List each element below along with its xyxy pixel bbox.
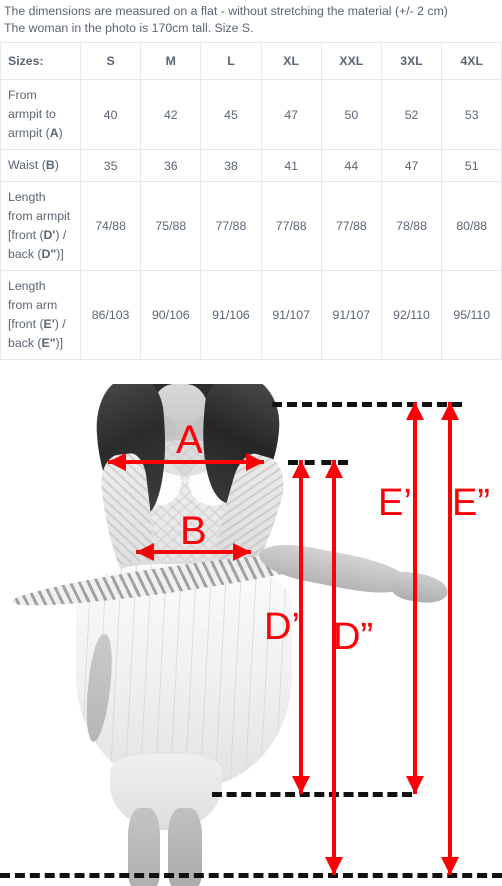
measurement-label-b: B	[180, 509, 207, 553]
measurement-diagram: A B D’ D” E’ E”	[0, 384, 502, 886]
table-row: Length from armpit [front (D') / back (D…	[0, 181, 502, 271]
arrow-head-up	[406, 402, 424, 420]
measurement-text: )	[58, 126, 63, 140]
guide-line-shoulder-top	[272, 402, 462, 407]
column-header-4xl: 4XL	[441, 42, 502, 80]
row-header-0: From armpit to armpit (A)	[0, 79, 81, 150]
measurement-text: )]	[56, 247, 64, 261]
measurement-label-e-back: E”	[452, 482, 490, 524]
cell-r1-c4: 44	[320, 149, 382, 182]
measurement-arrow-e-back	[441, 402, 459, 875]
cell-r0-c2: 45	[200, 79, 262, 150]
cell-r2-c4: 77/88	[320, 181, 382, 271]
cell-r3-c1: 90/106	[140, 270, 202, 360]
cell-r2-c0: 74/88	[79, 181, 142, 271]
cell-r0-c1: 42	[140, 79, 202, 150]
arrow-shaft	[448, 402, 452, 875]
cell-r2-c2: 77/88	[200, 181, 262, 271]
measurement-note: The dimensions are measured on a flat - …	[0, 0, 502, 36]
cell-r2-c1: 75/88	[140, 181, 202, 271]
cell-r3-c4: 91/107	[320, 270, 382, 360]
cell-r2-c3: 77/88	[260, 181, 322, 271]
table-row: Length from arm [front (E') / back (E")]…	[0, 270, 502, 360]
column-header-m: M	[140, 42, 202, 80]
row-header-1: Waist (B)	[0, 149, 81, 182]
guide-line-hem-front	[212, 792, 412, 797]
row-header-3: Length from arm [front (E') / back (E")]	[0, 270, 81, 360]
cell-r1-c2: 38	[200, 149, 262, 182]
measurement-label-d-back: D”	[333, 616, 374, 658]
measurement-text: )	[54, 158, 59, 172]
measurement-label-d-front: D’	[264, 606, 300, 648]
arrow-shaft	[413, 402, 417, 794]
table-body: From armpit to armpit (A) 40 42 45 47 50 52 53 W…	[0, 79, 502, 360]
cell-r1-c1: 36	[140, 149, 202, 182]
cell-r1-c3: 41	[260, 149, 322, 182]
measurement-note-line-1: The dimensions are measured on a flat - …	[4, 4, 448, 18]
skirt-underlayer-shape	[110, 754, 222, 830]
measurement-note-line-2: The woman in the photo is 170cm tall. Si…	[4, 20, 254, 35]
measurement-arrow-d-back	[325, 460, 343, 875]
column-header-xxl: XXL	[320, 42, 382, 80]
cell-r1-c6: 51	[441, 149, 502, 182]
guide-line-hem-back	[0, 873, 502, 878]
arrow-head-down	[325, 857, 343, 875]
cell-r0-c0: 40	[79, 79, 142, 150]
measurement-code: B	[45, 158, 55, 172]
measurement-text: )]	[55, 336, 64, 350]
arrow-head-up	[325, 460, 343, 478]
row-header-2: Length from armpit [front (D') / back (D…	[0, 181, 81, 271]
arrow-head-left	[136, 543, 154, 561]
arrow-head-down	[406, 776, 424, 794]
measurement-label-a: A	[176, 418, 203, 462]
cell-r3-c3: 91/107	[260, 270, 322, 360]
column-header-3xl: 3XL	[380, 42, 443, 80]
measurement-code: A	[49, 126, 59, 140]
column-header-l: L	[200, 42, 262, 80]
right-hand-shape	[390, 569, 450, 607]
arrow-head-up	[292, 460, 310, 478]
arrow-head-up	[441, 402, 459, 420]
arrow-shaft	[332, 460, 336, 875]
column-header-xl: XL	[260, 42, 322, 80]
cell-r3-c5: 92/110	[380, 270, 443, 360]
measurement-arrow-e-front	[406, 402, 424, 794]
table-row: Waist (B) 35 36 38 41 44 47 51	[0, 149, 502, 182]
measurement-text: Waist (	[8, 158, 46, 172]
arrow-head-left	[108, 453, 126, 471]
table-header-row: Sizes: S M L XL XXL 3XL 4XL	[0, 42, 502, 80]
measurement-code: D"	[41, 247, 57, 261]
column-header-sizes: Sizes:	[0, 42, 81, 80]
cell-r0-c4: 50	[320, 79, 382, 150]
cell-r1-c0: 35	[79, 149, 142, 182]
cell-r3-c6: 95/110	[441, 270, 502, 360]
measurement-label-e-front: E’	[378, 482, 412, 524]
cell-r3-c0: 86/103	[79, 270, 142, 360]
cell-r0-c3: 47	[260, 79, 322, 150]
cell-r2-c6: 80/88	[441, 181, 502, 271]
cell-r0-c6: 53	[441, 79, 502, 150]
measurement-code: D'	[43, 228, 56, 242]
measurement-code: E'	[43, 317, 55, 331]
size-chart-table: Sizes: S M L XL XXL 3XL 4XL From armpit …	[0, 42, 502, 360]
cell-r0-c5: 52	[380, 79, 443, 150]
arrow-head-right	[233, 543, 251, 561]
cell-r1-c5: 47	[380, 149, 443, 182]
column-header-s: S	[79, 42, 142, 80]
cell-r3-c2: 91/106	[200, 270, 262, 360]
arrow-head-down	[441, 857, 459, 875]
table-row: From armpit to armpit (A) 40 42 45 47 50 52 53	[0, 79, 502, 150]
arrow-head-down	[292, 776, 310, 794]
cell-r2-c5: 78/88	[380, 181, 443, 271]
measurement-code: E"	[41, 336, 56, 350]
arrow-head-right	[246, 453, 264, 471]
measurement-text: From armpit to armpit (	[8, 88, 56, 140]
